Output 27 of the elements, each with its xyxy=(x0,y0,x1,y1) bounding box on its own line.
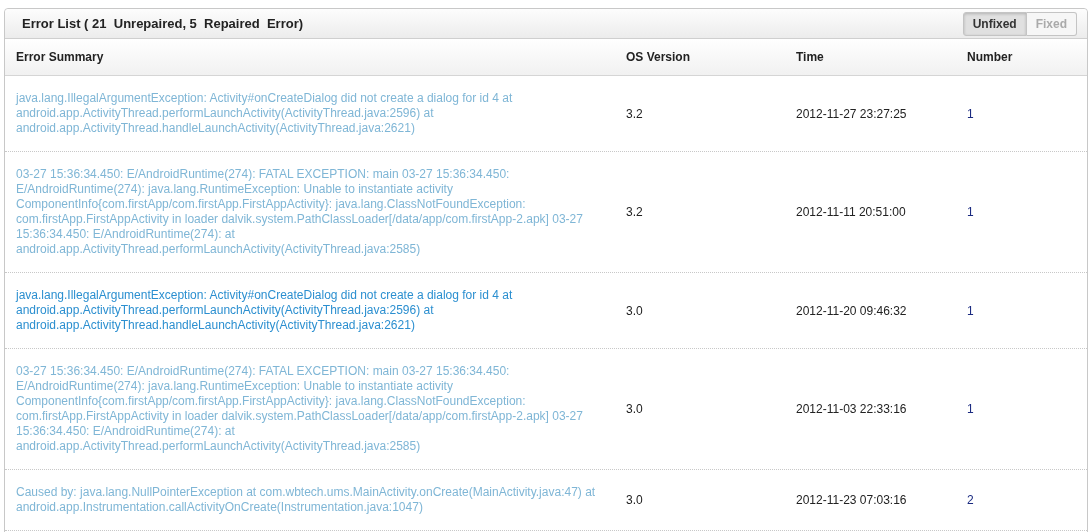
os-version-cell: 3.0 xyxy=(626,303,643,318)
time-cell: 2012-11-23 07:03:16 xyxy=(796,493,907,507)
column-header: Number xyxy=(967,50,1013,64)
os-version-cell: 3.2 xyxy=(626,106,643,121)
error-summary-link[interactable]: java.lang.IllegalArgumentException: Activity#onCreateDialog did not create a dialog for id 4 at android.app.ActivityThread.performLaunchActivity(ActivityThread.java:2596) at android.app.ActivityThread.handleLaunchActivity(ActivityThread.java:2621) xyxy=(16,288,616,333)
error-summary-link[interactable]: 03-27 15:36:34.450: E/AndroidRuntime(274): FATAL EXCEPTION: main 03-27 15:36:34.450: E/AndroidRuntime(274): java.lang.RuntimeException: Unable to instantiate activity ComponentInfo{com.firstApp/com.firstApp.FirstAppActivity}: java.lang.ClassNotFoundException: com.firstApp.FirstAppActivity in loader dalvik.system.PathClassLoader[/data/app/com.firstApp-2.apk] 03-27 15:36:34.450: E/AndroidRuntime(274): at android.app.ActivityThread.performLaunchActivity(ActivityThread.java:2585) xyxy=(16,167,616,257)
number-cell: 2 xyxy=(967,493,974,507)
time-cell: 2012-11-11 20:51:00 xyxy=(796,205,906,219)
filter-toggle[interactable]: Fixed xyxy=(1026,11,1077,36)
os-version-cell: 3.0 xyxy=(626,493,643,507)
error-summary-link[interactable]: 03-27 15:36:34.450: E/AndroidRuntime(274): FATAL EXCEPTION: main 03-27 15:36:34.450: E/AndroidRuntime(274): java.lang.RuntimeException: Unable to instantiate activity ComponentInfo{com.firstApp/com.firstApp.FirstAppActivity}: java.lang.ClassNotFoundException: com.firstApp.FirstAppActivity in loader dalvik.system.PathClassLoader[/data/app/com.firstApp-2.apk] 03-27 15:36:34.450: E/AndroidRuntime(274): at android.app.ActivityThread.performLaunchActivity(ActivityThread.java:2585) xyxy=(16,364,616,454)
error-summary-link[interactable]: Caused by: java.lang.NullPointerException at com.wbtech.ums.MainActivity.onCreate(MainActivity.java:47) at android.app.Instrumentation.callActivityOnCreate(Instrumentation.java:1047) xyxy=(16,485,616,515)
column-header: Error Summary xyxy=(16,50,104,64)
filter-toggle[interactable]: Unfixed xyxy=(962,11,1027,36)
time-cell: 2012-11-20 09:46:32 xyxy=(796,303,907,318)
column-header: Time xyxy=(796,50,824,64)
number-cell: 1 xyxy=(967,205,974,219)
number-cell: 1 xyxy=(967,402,974,416)
column-header: OS Version xyxy=(626,50,691,64)
number-cell: 1 xyxy=(967,106,974,121)
time-cell: 2012-11-27 23:27:25 xyxy=(796,106,907,121)
os-version-cell: 3.2 xyxy=(626,205,643,219)
number-cell: 1 xyxy=(967,303,974,318)
time-cell: 2012-11-03 22:33:16 xyxy=(796,402,907,416)
os-version-cell: 3.0 xyxy=(626,402,643,416)
panel-title: Error List ( 21 Unrepaired, 5 Repaired Error) xyxy=(22,14,304,33)
error-summary-link[interactable]: java.lang.IllegalArgumentException: Activity#onCreateDialog did not create a dialog for id 4 at android.app.ActivityThread.performLaunchActivity(ActivityThread.java:2596) at android.app.ActivityThread.handleLaunchActivity(ActivityThread.java:2621) xyxy=(16,91,616,136)
